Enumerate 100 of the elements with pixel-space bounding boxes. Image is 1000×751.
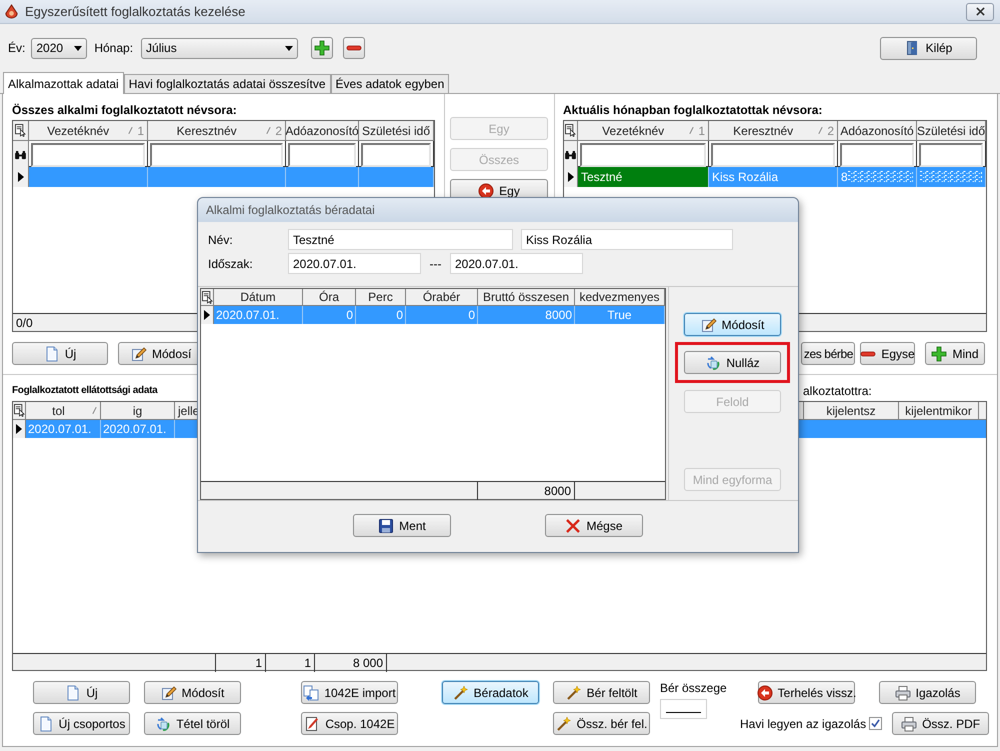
add-button[interactable] (311, 37, 334, 59)
column-header[interactable]: Dátum (214, 289, 303, 306)
exit-button[interactable]: Kilép (880, 36, 977, 60)
tab[interactable]: Éves adatok egyben (330, 74, 450, 93)
table-header-background (979, 402, 986, 420)
summary-cell-text: 1 (255, 655, 262, 672)
column-header[interactable]: Vezetéknév 1 (29, 121, 148, 141)
action-button[interactable]: Tétel töröl (144, 712, 241, 735)
year-dropdown[interactable]: 2020 (31, 38, 88, 58)
filter-field[interactable] (840, 143, 914, 167)
column-header[interactable]: Keresztnév 2 (709, 121, 838, 141)
column-header[interactable]: kedvezmenyes (575, 289, 665, 306)
pencil-icon (160, 684, 177, 700)
action-button[interactable]: Egyse (860, 342, 915, 365)
column-header[interactable]: Születési idő (359, 121, 434, 141)
sort-icon (818, 126, 824, 135)
action-button[interactable]: Új (12, 342, 108, 365)
grid-settings-icon[interactable] (15, 124, 26, 137)
dialog-button[interactable]: Ment (353, 514, 451, 537)
document-icon (38, 716, 54, 732)
grid-settings-icon[interactable] (202, 290, 212, 304)
column-header[interactable]: Születési idő (917, 121, 986, 141)
dialog-button[interactable]: Mégse (545, 514, 643, 537)
table-cell-text: True (607, 307, 632, 324)
grid-settings-icon[interactable] (14, 404, 24, 417)
column-header[interactable]: kijelentmikor (899, 402, 979, 420)
date-from-field[interactable]: 2020.07.01. (288, 253, 421, 274)
last-name-field[interactable]: Tesztné (288, 229, 513, 250)
remove-button[interactable] (343, 37, 366, 59)
column-header[interactable]: Keresztnév 2 (148, 121, 286, 141)
filter-field[interactable] (31, 143, 145, 167)
tab[interactable]: Havi foglalkoztatás adatai összesítve (124, 74, 331, 93)
dialog-button[interactable]: Módosít (684, 313, 781, 336)
checkbox-label: Havi legyen az igazolás (740, 716, 866, 732)
summary-cell-text: 1 (304, 655, 311, 672)
action-button[interactable]: Össz. PDF (892, 712, 990, 735)
document-icon (44, 346, 60, 362)
left-arrow-circle-icon (756, 684, 773, 700)
filter-field[interactable] (361, 143, 431, 167)
sort-icon (689, 126, 694, 135)
action-button[interactable]: Új (33, 681, 130, 704)
action-button[interactable]: Terhelés vissz. (758, 681, 855, 704)
dialog-title: Alkalmi foglalkoztatás béradatai (206, 202, 375, 219)
action-button[interactable]: Módosít (144, 681, 241, 704)
sort-icon (92, 406, 97, 415)
month-label: Hónap: (94, 40, 134, 57)
action-button[interactable]: Igazolás (879, 681, 976, 704)
action-button[interactable]: Mind (925, 342, 985, 365)
table-cell-text: 2020.07.01. (216, 307, 280, 324)
filter-field[interactable] (580, 143, 706, 167)
dialog-button[interactable]: Nulláz (684, 351, 781, 374)
column-header[interactable]: Óra (303, 289, 356, 306)
first-name-field[interactable]: Kiss Rozália (521, 229, 733, 250)
table-cell-text: 0 (396, 307, 403, 324)
filter-field[interactable] (288, 143, 356, 167)
column-header[interactable]: Perc (356, 289, 406, 306)
action-button[interactable]: Új csoportos (33, 712, 130, 735)
section-heading: alkoztatottra: (803, 382, 873, 400)
close-button[interactable] (966, 2, 994, 20)
column-header[interactable]: Órabér (406, 289, 478, 306)
checkbox[interactable] (869, 717, 882, 730)
table-row[interactable] (13, 167, 434, 187)
month-dropdown[interactable]: Július (141, 38, 298, 58)
section-heading: Foglalkoztatott ellátottsági adata (12, 384, 158, 398)
amount-field[interactable] (660, 699, 707, 719)
table-cell-text: Tesztné (581, 169, 622, 186)
date-to-field[interactable]: 2020.07.01. (450, 253, 583, 274)
document-pencil-icon (304, 716, 320, 732)
action-button[interactable]: Bér feltölt (553, 681, 650, 704)
row-pointer-icon (16, 424, 22, 434)
column-header[interactable]: tol (26, 402, 101, 420)
tab[interactable]: Alkalmazottak adatai (3, 72, 124, 94)
action-button[interactable]: 1042E import (301, 681, 398, 704)
section-heading: Összes alkalmi foglalkoztatott névsora: (12, 103, 238, 118)
filter-field[interactable] (919, 143, 983, 167)
filter-field[interactable] (150, 143, 283, 167)
table-row[interactable]: Tesztné Kiss Rozália 8 (564, 167, 986, 187)
plus-icon (931, 346, 948, 362)
column-header[interactable]: Vezetéknév 1 (578, 121, 709, 141)
column-header[interactable]: ig (101, 402, 175, 420)
action-button[interactable]: zes bérbe (801, 342, 855, 365)
filter-field[interactable] (711, 143, 835, 167)
record-count: 0/0 (16, 314, 33, 332)
table-cell-text: 0 (346, 307, 353, 324)
row-pointer-icon (568, 172, 574, 182)
column-header[interactable]: Bruttó összesen (478, 289, 575, 306)
dropdown-arrow-icon (285, 46, 294, 50)
sort-icon (128, 126, 134, 135)
grid-settings-icon[interactable] (565, 124, 576, 137)
close-icon (976, 7, 984, 16)
column-header[interactable]: kijelentsz (804, 402, 899, 420)
column-header[interactable]: Adóazonosító (838, 121, 917, 141)
action-button[interactable]: Csop. 1042E (301, 712, 398, 735)
action-button[interactable]: Béradatok (442, 681, 539, 704)
pencil-icon (700, 316, 717, 332)
table-cell-text: 8000 (545, 307, 572, 324)
document-icon (65, 684, 82, 700)
recycle-icon (155, 716, 172, 732)
period-separator: --- (428, 256, 442, 272)
action-button[interactable]: Össz. bér fel. (553, 712, 650, 735)
